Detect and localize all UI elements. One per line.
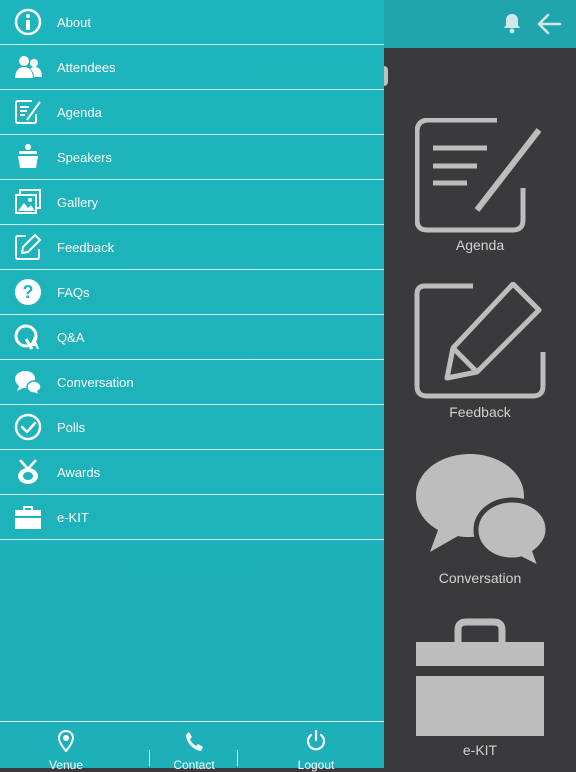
venue-button[interactable]: Venue	[40, 729, 92, 772]
navigation-drawer: About Attendees Agenda Speakers Gallery	[0, 0, 384, 772]
feedback-icon	[13, 232, 43, 262]
tile-label: e-KIT	[462, 742, 498, 758]
bell-icon[interactable]	[502, 12, 522, 39]
contact-label: Contact	[173, 758, 215, 772]
tile-label: Conversation	[438, 570, 522, 586]
tile-conversation[interactable]: Conversation	[384, 450, 576, 586]
menu-item-label: Agenda	[57, 104, 102, 120]
menu-item-label: e-KIT	[57, 509, 89, 525]
menu-item-label: Conversation	[57, 374, 134, 390]
speaker-icon	[13, 142, 43, 172]
location-pin-icon	[57, 729, 75, 753]
app-header	[384, 0, 576, 48]
menu-item-qa[interactable]: Q&A	[0, 315, 384, 360]
menu-item-conversation[interactable]: Conversation	[0, 360, 384, 405]
tile-label: Agenda	[455, 237, 505, 253]
feedback-icon	[414, 282, 546, 399]
award-icon	[13, 457, 43, 487]
briefcase-icon	[13, 502, 43, 532]
main-screen: Agenda Feedback Conversation e-KIT	[384, 0, 576, 768]
chat-icon	[13, 367, 43, 397]
tile-feedback[interactable]: Feedback	[384, 282, 576, 420]
arrow-left-icon[interactable]	[536, 12, 562, 41]
menu-list: About Attendees Agenda Speakers Gallery	[0, 0, 384, 540]
tile-ekit[interactable]: e-KIT	[384, 618, 576, 758]
divider	[149, 750, 150, 766]
menu-item-label: Q&A	[57, 329, 85, 345]
chat-icon	[416, 454, 548, 566]
logout-label: Logout	[297, 758, 335, 772]
check-circle-icon	[13, 412, 43, 442]
menu-item-label: Feedback	[57, 239, 115, 255]
menu-item-label: Polls	[57, 419, 86, 435]
phone-icon	[186, 732, 203, 751]
menu-item-label: About	[57, 14, 91, 30]
info-icon	[13, 7, 43, 37]
menu-item-attendees[interactable]: Attendees	[0, 45, 384, 90]
bottom-bar: Venue Contact Logout	[0, 721, 384, 772]
power-icon	[306, 729, 326, 751]
briefcase-icon	[416, 618, 544, 736]
menu-item-label: Speakers	[57, 149, 112, 165]
menu-item-gallery[interactable]: Gallery	[0, 180, 384, 225]
scroll-indicator	[384, 66, 388, 86]
menu-item-about[interactable]: About	[0, 0, 384, 45]
tile-agenda[interactable]: Agenda	[384, 118, 576, 253]
agenda-icon	[415, 118, 542, 233]
qa-icon	[13, 322, 43, 352]
tile-label: Feedback	[449, 404, 511, 420]
agenda-icon	[13, 97, 43, 127]
gallery-icon	[13, 187, 43, 217]
menu-item-agenda[interactable]: Agenda	[0, 90, 384, 135]
logout-button[interactable]: Logout	[288, 729, 344, 772]
divider	[237, 750, 238, 766]
menu-item-polls[interactable]: Polls	[0, 405, 384, 450]
menu-item-awards[interactable]: Awards	[0, 450, 384, 495]
menu-item-label: Gallery	[57, 194, 99, 210]
venue-label: Venue	[48, 758, 84, 772]
question-icon: ?	[13, 277, 43, 307]
svg-text:?: ?	[23, 282, 34, 302]
menu-item-feedback[interactable]: Feedback	[0, 225, 384, 270]
menu-item-label: Attendees	[57, 59, 116, 75]
people-icon	[13, 52, 43, 82]
contact-button[interactable]: Contact	[166, 730, 222, 772]
menu-item-label: FAQs	[57, 284, 90, 300]
menu-item-label: Awards	[57, 464, 101, 480]
menu-item-faqs[interactable]: ? FAQs	[0, 270, 384, 315]
menu-item-speakers[interactable]: Speakers	[0, 135, 384, 180]
menu-item-ekit[interactable]: e-KIT	[0, 495, 384, 540]
